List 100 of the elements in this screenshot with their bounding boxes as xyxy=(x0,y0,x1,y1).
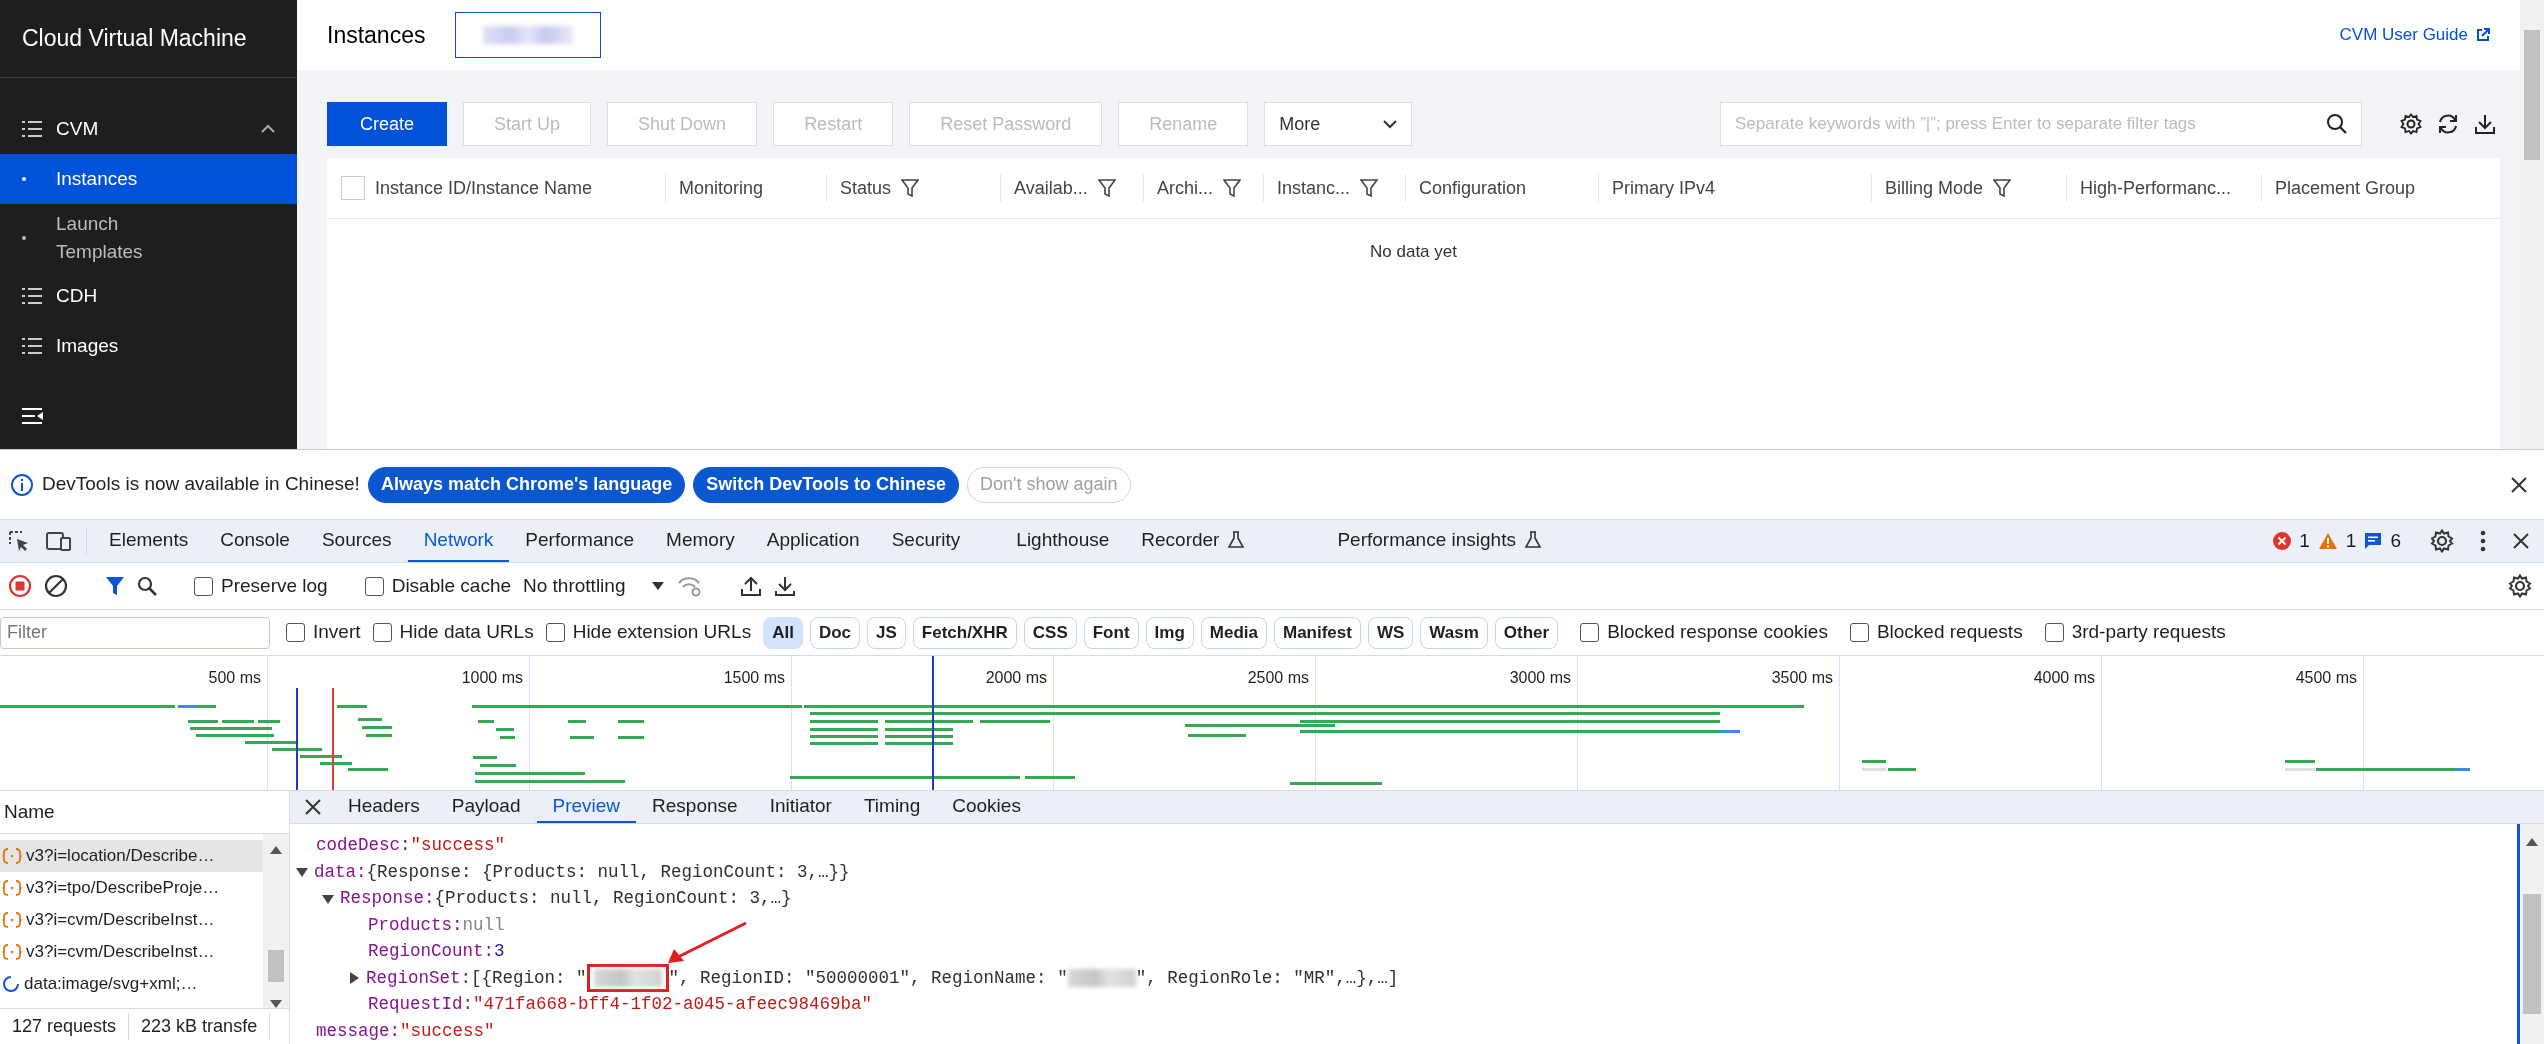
devtools-tab[interactable]: Sources xyxy=(305,520,408,562)
guide-link[interactable]: CVM User Guide xyxy=(2339,22,2490,48)
column-header[interactable]: Placement Group xyxy=(2275,174,2416,202)
expand-triangle-icon[interactable] xyxy=(322,892,334,905)
scroll-up-icon[interactable] xyxy=(270,846,282,854)
detail-tab[interactable]: Headers xyxy=(332,791,436,823)
filter-icon[interactable] xyxy=(1097,179,1116,197)
collapse-icon[interactable] xyxy=(22,406,44,425)
type-filter-chip[interactable]: Img xyxy=(1145,616,1194,649)
column-header[interactable]: Archi... xyxy=(1157,174,1213,202)
scrollbar-thumb[interactable] xyxy=(268,950,284,982)
detail-tab[interactable]: Preview xyxy=(536,791,637,823)
select-all-checkbox[interactable] xyxy=(341,176,365,200)
type-filter-chip[interactable]: JS xyxy=(867,616,906,649)
checkbox[interactable]: Blocked response cookies xyxy=(1580,618,1828,647)
close-icon[interactable] xyxy=(2512,532,2530,550)
devtools-tab[interactable]: Elements xyxy=(93,520,205,562)
checkbox[interactable]: 3rd-party requests xyxy=(2044,618,2226,647)
column-header[interactable]: Instance ID/Instance Name xyxy=(375,174,593,202)
type-filter-chip[interactable]: Wasm xyxy=(1420,616,1488,649)
column-header[interactable]: Name xyxy=(4,797,55,827)
devtools-tab[interactable]: Application xyxy=(750,520,876,562)
column-header[interactable]: Status xyxy=(840,174,892,202)
type-filter-chip[interactable]: Font xyxy=(1083,616,1139,649)
detail-tab[interactable]: Response xyxy=(636,791,754,823)
detail-tab[interactable]: Initiator xyxy=(753,791,848,823)
type-filter-chip[interactable]: Manifest xyxy=(1274,616,1361,649)
settings-icon[interactable] xyxy=(2430,529,2454,553)
request-row[interactable]: v3?i=location/Describe… xyxy=(0,840,263,872)
region-tab[interactable] xyxy=(455,12,602,58)
filter-icon[interactable] xyxy=(1993,179,2012,197)
scrollbar-thumb[interactable] xyxy=(2523,894,2541,1014)
type-filter-chip[interactable]: CSS xyxy=(1023,616,1077,649)
expand-triangle-icon[interactable] xyxy=(348,972,360,984)
filter-icon[interactable] xyxy=(105,576,125,596)
warning-count[interactable]: 1 xyxy=(2345,526,2357,556)
devtools-tab[interactable]: Console xyxy=(204,520,306,562)
scrollbar-thumb[interactable] xyxy=(2524,30,2540,160)
filter-field[interactable]: Filter xyxy=(0,616,270,649)
type-filter-chip[interactable]: Fetch/XHR xyxy=(912,616,1017,649)
type-filter-chip[interactable]: Media xyxy=(1200,616,1267,649)
devtools-tab[interactable]: Security xyxy=(875,520,977,562)
scrollbar[interactable] xyxy=(263,834,289,1008)
column-header[interactable]: Monitoring xyxy=(679,174,764,202)
download-icon[interactable] xyxy=(2474,113,2496,135)
record-icon[interactable] xyxy=(8,574,32,598)
devtools-tab[interactable]: Network xyxy=(407,520,510,562)
error-count[interactable]: 1 xyxy=(2299,526,2310,556)
search-icon[interactable] xyxy=(2326,113,2348,135)
close-icon[interactable] xyxy=(304,798,322,816)
column-header[interactable]: Configuration xyxy=(1419,174,1527,202)
sidebar-item[interactable]: CDH xyxy=(0,271,297,322)
search-field[interactable]: Separate keywords with ”|”; press Enter to separate filter tags xyxy=(1720,102,2362,146)
type-filter-chip[interactable]: Doc xyxy=(809,616,860,649)
detail-tab[interactable]: Payload xyxy=(435,791,537,823)
column-header[interactable]: Availab... xyxy=(1014,174,1088,202)
close-icon[interactable] xyxy=(2510,475,2528,494)
devtools-tab[interactable]: Lighthouse xyxy=(1000,520,1126,562)
clear-icon[interactable] xyxy=(44,574,68,598)
checkbox[interactable]: Hide data URLs xyxy=(372,618,534,647)
settings-icon[interactable] xyxy=(2508,574,2532,598)
scroll-up-icon[interactable] xyxy=(2526,838,2538,846)
type-filter-chip[interactable]: All xyxy=(763,616,803,649)
inspect-icon[interactable] xyxy=(8,530,30,552)
message-count[interactable]: 6 xyxy=(2390,526,2401,556)
devtools-tab[interactable]: Memory xyxy=(650,520,751,562)
download-icon[interactable] xyxy=(774,575,797,597)
devtools-tab[interactable]: Recorder xyxy=(1125,520,1262,562)
type-filter-chip[interactable]: Other xyxy=(1494,616,1559,649)
more-icon[interactable] xyxy=(2480,530,2486,552)
refresh-icon[interactable] xyxy=(2436,113,2460,135)
devtools-tab[interactable]: Performance insights xyxy=(1321,520,1558,562)
create-button[interactable]: Create xyxy=(327,102,448,146)
column-header[interactable]: Primary IPv4 xyxy=(1612,174,1716,202)
detail-tab[interactable]: Cookies xyxy=(936,791,1037,823)
sidebar-item[interactable]: CVM xyxy=(0,104,297,154)
search-icon[interactable] xyxy=(137,576,157,596)
request-row[interactable]: v3?i=tpo/DescribeProje… xyxy=(0,872,263,904)
expand-triangle-icon[interactable] xyxy=(296,866,308,878)
filter-icon[interactable] xyxy=(1223,179,1241,197)
sidebar-item[interactable]: Images xyxy=(0,321,297,372)
request-row[interactable]: v3?i=cvm/DescribeInst… xyxy=(0,936,263,968)
throttling-dropdown[interactable]: No throttling xyxy=(523,571,666,601)
upload-icon[interactable] xyxy=(740,575,763,597)
sidebar-subitem[interactable]: Instances xyxy=(0,154,297,204)
sidebar-subitem[interactable]: Launch Templates xyxy=(0,204,297,272)
infobar-button[interactable]: Switch DevTools to Chinese xyxy=(693,466,959,503)
settings-icon[interactable] xyxy=(2400,113,2422,135)
column-header[interactable]: Instanc... xyxy=(1277,174,1351,202)
checkbox[interactable]: Preserve log xyxy=(194,571,328,601)
checkbox[interactable]: Blocked requests xyxy=(1849,618,2023,647)
infobar-button[interactable]: Always match Chrome's language xyxy=(367,466,686,503)
request-row[interactable]: data:image/svg+xml;… xyxy=(0,968,263,1000)
column-header[interactable]: Billing Mode xyxy=(1885,174,1984,202)
checkbox[interactable]: Invert xyxy=(286,618,361,647)
column-header[interactable]: High-Performanc... xyxy=(2080,174,2232,202)
scrollbar[interactable] xyxy=(2520,824,2544,1044)
scrollbar[interactable] xyxy=(2520,0,2544,449)
checkbox[interactable]: Hide extension URLs xyxy=(545,618,752,647)
more-dropdown[interactable]: More xyxy=(1264,102,1413,146)
